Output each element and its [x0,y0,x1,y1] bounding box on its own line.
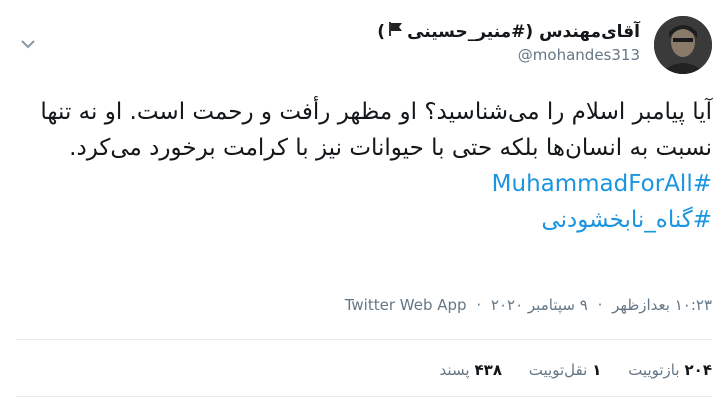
tweet-date[interactable]: ۹ سپتامبر ۲۰۲۰ [491,296,588,314]
retweets-stat[interactable]: ۲۰۴بازتوییت [628,361,712,379]
divider [16,339,712,340]
tweet-header: آقای‌مهندس (#منیر_حسینی) @mohandes313 [16,16,712,76]
hashtag-unforgivable-sin[interactable]: #گناه_نابخشودنی [12,202,712,238]
retweets-label: بازتوییت [628,361,680,379]
tweet-time[interactable]: ۱۰:۲۳ بعدازظهر [612,296,712,314]
author-handle[interactable]: @mohandes313 [377,44,640,66]
quotes-label: نقل‌توییت [528,361,588,379]
meta-separator: · [476,296,482,314]
quotes-stat[interactable]: ۱نقل‌توییت [529,361,602,379]
meta-separator: · [597,296,603,314]
retweets-count: ۲۰۴ [684,361,712,379]
display-name-prefix: آقای‌مهندس (#منیر_حسینی [407,22,640,42]
author-names: آقای‌مهندس (#منیر_حسینی) @mohandes313 [377,20,640,66]
tweet-card: آقای‌مهندس (#منیر_حسینی) @mohandes313 آی… [0,0,728,400]
hashtag-muhammadforall[interactable]: #MuhammadForAll [12,166,712,202]
tweet-text: آیا پیامبر اسلام را می‌شناسید؟ او مظهر ر… [40,99,712,161]
tweet-stats: ۲۰۴بازتوییت ۱نقل‌توییت ۴۳۸پسند [418,361,712,379]
divider [16,396,712,397]
likes-stat[interactable]: ۴۳۸پسند [440,361,502,379]
black-flag-icon [388,20,404,44]
likes-count: ۴۳۸ [474,361,502,379]
quotes-count: ۱ [592,361,602,379]
display-name[interactable]: آقای‌مهندس (#منیر_حسینی) [377,20,640,44]
chevron-down-icon[interactable] [16,32,40,56]
profile-photo-icon [654,16,712,74]
display-name-suffix: ) [377,22,386,42]
likes-label: پسند [439,361,470,379]
tweet-body: آیا پیامبر اسلام را می‌شناسید؟ او مظهر ر… [12,94,712,238]
tweet-client[interactable]: Twitter Web App [345,296,467,314]
tweet-meta: ۱۰:۲۳ بعدازظهر · ۹ سپتامبر ۲۰۲۰ · Twitte… [345,296,712,314]
avatar[interactable] [654,16,712,74]
